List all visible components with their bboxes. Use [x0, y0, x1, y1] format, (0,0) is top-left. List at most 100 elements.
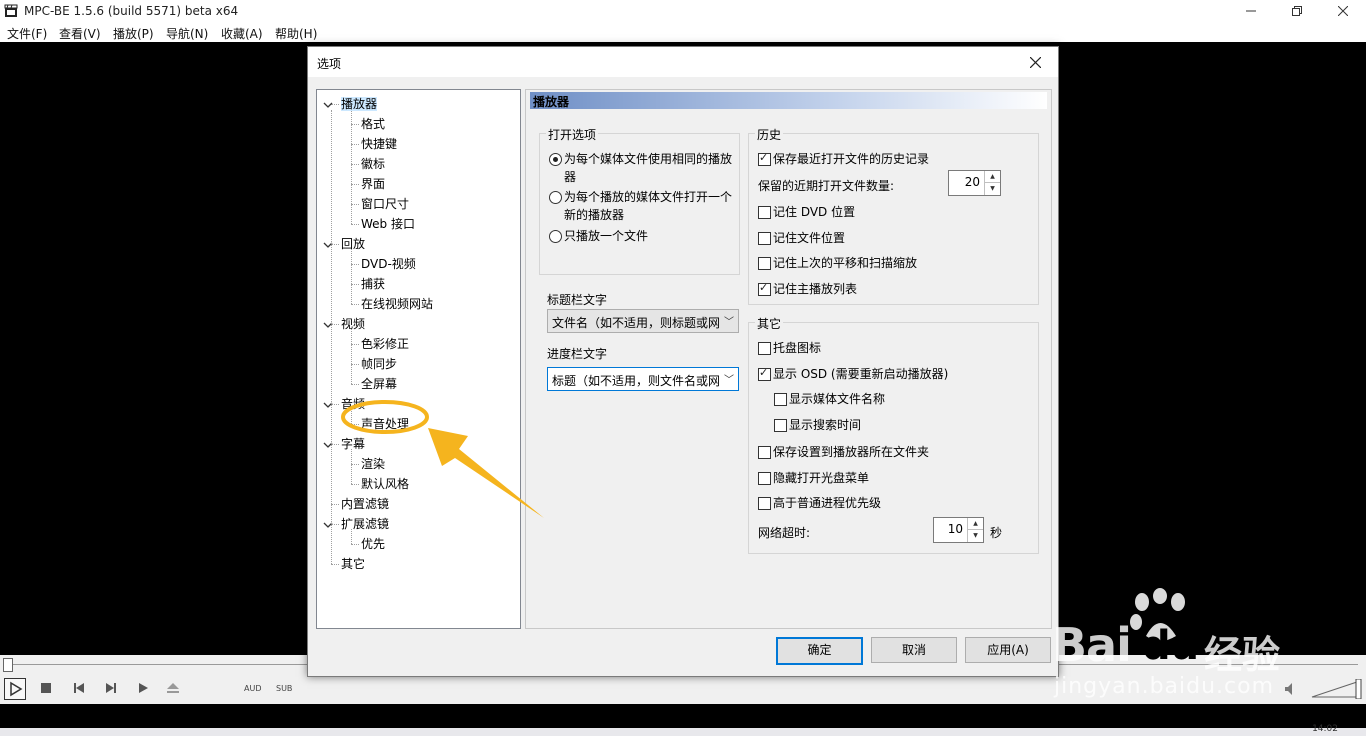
menu-favorites[interactable]: 收藏(A): [221, 25, 263, 42]
tree-item[interactable]: 声音处理: [361, 415, 409, 433]
tree-item[interactable]: 回放: [341, 235, 365, 253]
tree-item[interactable]: 帧同步: [361, 355, 397, 373]
remember-dvd-checkbox[interactable]: [758, 206, 771, 219]
spin-up-icon[interactable]: ▲: [985, 171, 1000, 183]
keep-history-checkbox[interactable]: [758, 151, 771, 166]
tree-item[interactable]: 捕获: [361, 275, 385, 293]
show-media-name-label[interactable]: 显示媒体文件名称: [789, 390, 885, 407]
tree-item-label[interactable]: 捕获: [361, 277, 385, 291]
high-priority-label[interactable]: 高于普通进程优先级: [773, 494, 881, 511]
options-tree[interactable]: 播放器格式快捷键徽标界面窗口尺寸 Web 接口回放 DVD-视频捕获在线视频网站视频…: [316, 89, 521, 629]
remember-playlist-label[interactable]: 记住主播放列表: [773, 280, 857, 297]
tree-item[interactable]: 优先: [361, 535, 385, 553]
restore-button[interactable]: [1274, 0, 1320, 22]
spin-down-icon[interactable]: ▼: [968, 530, 983, 541]
tree-item[interactable]: 色彩修正: [361, 335, 409, 353]
remember-file-checkbox[interactable]: [758, 232, 771, 245]
radio-same-player-label[interactable]: 为每个媒体文件使用相同的播放: [564, 150, 732, 167]
audio-track-label[interactable]: AUD: [244, 684, 262, 693]
tree-item[interactable]: 格式: [361, 115, 385, 133]
frame-step-icon[interactable]: [137, 682, 149, 694]
title-bar-text-select[interactable]: 文件名（如不适用，则标题或网 ﹀: [547, 309, 739, 333]
window-close-button[interactable]: [1320, 0, 1366, 22]
show-seek-time-checkbox[interactable]: [774, 419, 787, 432]
tree-item-label[interactable]: 视频: [341, 317, 365, 331]
tree-item-label[interactable]: 在线视频网站: [361, 297, 433, 311]
minimize-button[interactable]: [1228, 0, 1274, 22]
tree-item[interactable]: 内置滤镜: [341, 495, 389, 513]
show-osd-checkbox[interactable]: [758, 366, 771, 381]
volume-slider[interactable]: [1310, 679, 1362, 699]
tree-item[interactable]: 音频: [341, 395, 365, 413]
tree-item-label[interactable]: 快捷键: [361, 137, 397, 151]
remember-dvd-label[interactable]: 记住 DVD 位置: [773, 203, 855, 220]
dialog-close-button[interactable]: [1014, 47, 1056, 77]
cancel-button[interactable]: 取消: [871, 637, 957, 663]
menu-play[interactable]: 播放(P): [113, 25, 154, 42]
tree-item-label[interactable]: 全屏幕: [361, 377, 397, 391]
tree-item[interactable]: 默认风格: [361, 475, 409, 493]
tree-item[interactable]: 全屏幕: [361, 375, 397, 393]
tree-item[interactable]: 徽标: [361, 155, 385, 173]
tree-item-label[interactable]: 其它: [341, 557, 365, 571]
tree-item-label[interactable]: Web 接口: [361, 217, 415, 231]
radio-single-file-label[interactable]: 只播放一个文件: [564, 227, 648, 244]
tree-item[interactable]: 渲染: [361, 455, 385, 473]
tree-item-label[interactable]: 界面: [361, 177, 385, 191]
tree-item[interactable]: 播放器: [341, 95, 378, 113]
show-osd-label[interactable]: 显示 OSD (需要重新启动播放器): [773, 365, 948, 382]
radio-new-player-label-2[interactable]: 新的播放器: [564, 206, 624, 223]
menu-file[interactable]: 文件(F): [7, 25, 47, 42]
remember-playlist-checkbox[interactable]: [758, 281, 771, 296]
remember-pan-label[interactable]: 记住上次的平移和扫描缩放: [773, 254, 917, 271]
tree-item-label[interactable]: 帧同步: [361, 357, 397, 371]
tree-item-label[interactable]: 默认风格: [361, 477, 409, 491]
menu-help[interactable]: 帮助(H): [275, 25, 317, 42]
recent-count-spinner[interactable]: 20 ▲ ▼: [948, 170, 1001, 196]
play-icon[interactable]: [4, 678, 26, 700]
tree-item-label[interactable]: 回放: [341, 237, 365, 251]
show-seek-time-label[interactable]: 显示搜索时间: [789, 416, 861, 433]
menu-view[interactable]: 查看(V): [59, 25, 101, 42]
previous-icon[interactable]: [73, 682, 85, 694]
tree-item[interactable]: 视频: [341, 315, 365, 333]
tree-item-label[interactable]: 音频: [341, 397, 365, 411]
tree-item-label[interactable]: 色彩修正: [361, 337, 409, 351]
tree-item-label[interactable]: 优先: [361, 537, 385, 551]
tree-item-label[interactable]: 播放器: [341, 97, 378, 111]
keep-history-label[interactable]: 保存最近打开文件的历史记录: [773, 150, 929, 167]
tree-item[interactable]: 窗口尺寸: [361, 195, 409, 213]
tree-item[interactable]: Web 接口: [361, 215, 415, 233]
apply-button[interactable]: 应用(A): [965, 637, 1051, 663]
stop-icon[interactable]: [40, 682, 52, 694]
next-icon[interactable]: [105, 682, 117, 694]
remember-pan-checkbox[interactable]: [758, 257, 771, 270]
seek-thumb[interactable]: [3, 658, 13, 672]
tree-item[interactable]: 在线视频网站: [361, 295, 433, 313]
hide-disc-menu-checkbox[interactable]: [758, 472, 771, 485]
tree-item-label[interactable]: 扩展滤镜: [341, 517, 389, 531]
high-priority-checkbox[interactable]: [758, 497, 771, 510]
chevron-down-icon[interactable]: [323, 99, 333, 109]
tree-item-label[interactable]: 渲染: [361, 457, 385, 471]
tree-item[interactable]: 字幕: [341, 435, 365, 453]
tree-item-label[interactable]: 声音处理: [361, 417, 409, 431]
tree-item[interactable]: 快捷键: [361, 135, 397, 153]
tree-item[interactable]: 界面: [361, 175, 385, 193]
remember-file-label[interactable]: 记住文件位置: [773, 229, 845, 246]
spin-up-icon[interactable]: ▲: [968, 518, 983, 530]
tree-item[interactable]: 其它: [341, 555, 365, 573]
eject-icon[interactable]: [166, 682, 180, 694]
tree-item-label[interactable]: 字幕: [341, 437, 365, 451]
progress-bar-text-select[interactable]: 标题（如不适用，则文件名或网 ﹀: [547, 367, 739, 391]
subtitle-track-label[interactable]: SUB: [276, 684, 292, 693]
tree-item[interactable]: 扩展滤镜: [341, 515, 389, 533]
tree-item[interactable]: DVD-视频: [361, 255, 416, 273]
radio-new-player-label[interactable]: 为每个播放的媒体文件打开一个: [564, 188, 732, 205]
tray-icon-checkbox[interactable]: [758, 342, 771, 355]
tree-item-label[interactable]: 窗口尺寸: [361, 197, 409, 211]
speaker-icon[interactable]: [1284, 682, 1298, 696]
save-settings-label[interactable]: 保存设置到播放器所在文件夹: [773, 443, 929, 460]
spin-down-icon[interactable]: ▼: [985, 183, 1000, 194]
radio-same-player-label-2[interactable]: 器: [564, 168, 576, 185]
